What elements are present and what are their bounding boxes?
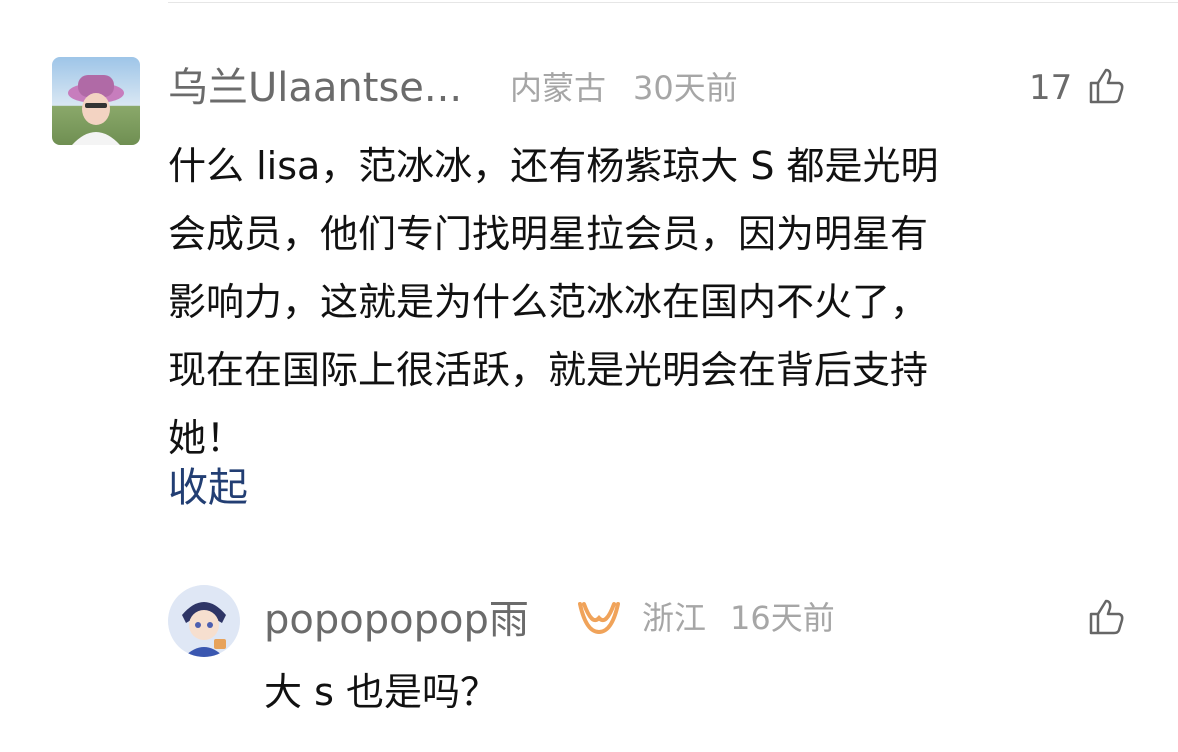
reply-time: 16天前 [730,599,835,637]
reply-location: 浙江 [642,599,707,637]
avatar-portrait [68,75,124,145]
reply-author-name[interactable]: popopopop雨 [264,600,529,640]
vip-badge-icon [576,598,622,642]
thumbs-up-icon [1089,68,1124,104]
author-avatar[interactable] [52,57,140,145]
comment-line: 影响力，这就是为什么范冰冰在国内不火了， [168,280,929,324]
comment-line: 什么 lisa，范冰冰，还有杨紫琼大 S 都是光明 [168,144,939,188]
reply-body: 大 s 也是吗？ [264,670,498,714]
collapse-link[interactable]: 收起 [168,468,248,508]
comment-body: 什么 lisa，范冰冰，还有杨紫琼大 S 都是光明 会成员，他们专门找明星拉会员… [168,132,1128,472]
comment-line: 她！ [168,416,245,460]
avatar-anime-character [168,585,240,657]
comment-time: 30天前 [633,69,738,107]
top-divider [168,2,1178,3]
comment-like-button[interactable] [1086,66,1126,110]
reply-like-button[interactable] [1086,597,1126,641]
reply-author-avatar[interactable] [168,585,240,657]
comment-line: 现在在国际上很活跃，就是光明会在背后支持 [168,348,929,392]
comment-location: 内蒙古 [510,69,607,107]
comment-author-name[interactable]: 乌兰Ulaantse... [168,68,462,108]
comment-like-count: 17 [1029,68,1073,108]
comment-line: 会成员，他们专门找明星拉会员，因为明星有 [168,212,929,256]
thumbs-up-icon [1089,599,1124,635]
